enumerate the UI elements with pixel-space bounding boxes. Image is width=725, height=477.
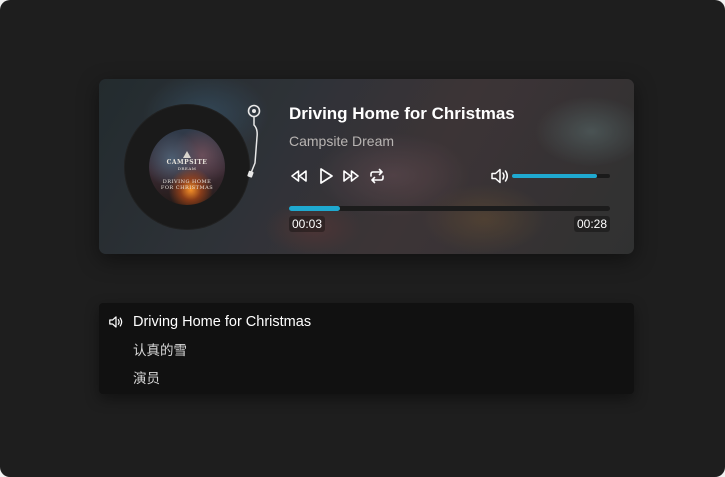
current-time: 00:03 [289, 216, 326, 232]
volume-icon[interactable] [490, 167, 510, 185]
total-duration: 00:28 [573, 216, 610, 232]
playlist-item[interactable]: 演员 [99, 364, 634, 390]
playlist-item[interactable]: Driving Home for Christmas [99, 309, 634, 335]
fast-forward-button[interactable] [341, 166, 361, 186]
cover-artist-line-2: DREAM [177, 166, 197, 171]
play-icon [320, 168, 333, 184]
rewind-icon [291, 170, 307, 182]
now-playing-volume-icon [109, 316, 123, 328]
rewind-button[interactable] [289, 166, 309, 186]
album-cover: CAMPSITE DREAM DRIVING HOME FOR CHRISTMA… [149, 129, 225, 205]
repeat-button[interactable] [367, 166, 387, 186]
tent-icon [183, 151, 191, 158]
progress-bar[interactable] [289, 206, 610, 211]
tonearm-icon [247, 104, 261, 178]
artist-name: Campsite Dream [289, 133, 395, 149]
playlist-item-label: 演员 [133, 371, 160, 387]
playlist-item-label: Driving Home for Christmas [133, 314, 312, 330]
play-button[interactable] [316, 166, 336, 186]
music-player-card: CAMPSITE DREAM DRIVING HOME FOR CHRISTMA… [99, 79, 634, 254]
app-window: CAMPSITE DREAM DRIVING HOME FOR CHRISTMA… [0, 0, 725, 477]
volume-slider-fill [512, 174, 598, 178]
playlist-item[interactable]: 认真的雪 [99, 336, 634, 362]
playlist-item-label: 认真的雪 [133, 343, 187, 359]
repeat-icon [370, 168, 384, 184]
cover-artist-line: CAMPSITE [166, 159, 208, 166]
song-title: Driving Home for Christmas [289, 104, 515, 123]
playlist: Driving Home for Christmas 认真的雪 演员 [99, 303, 634, 394]
cover-title-line-2: FOR CHRISTMAS [160, 185, 214, 191]
volume-slider[interactable] [512, 174, 610, 178]
progress-bar-fill [289, 206, 341, 211]
vinyl-record: CAMPSITE DREAM DRIVING HOME FOR CHRISTMA… [124, 104, 250, 230]
fast-forward-icon [343, 170, 359, 182]
